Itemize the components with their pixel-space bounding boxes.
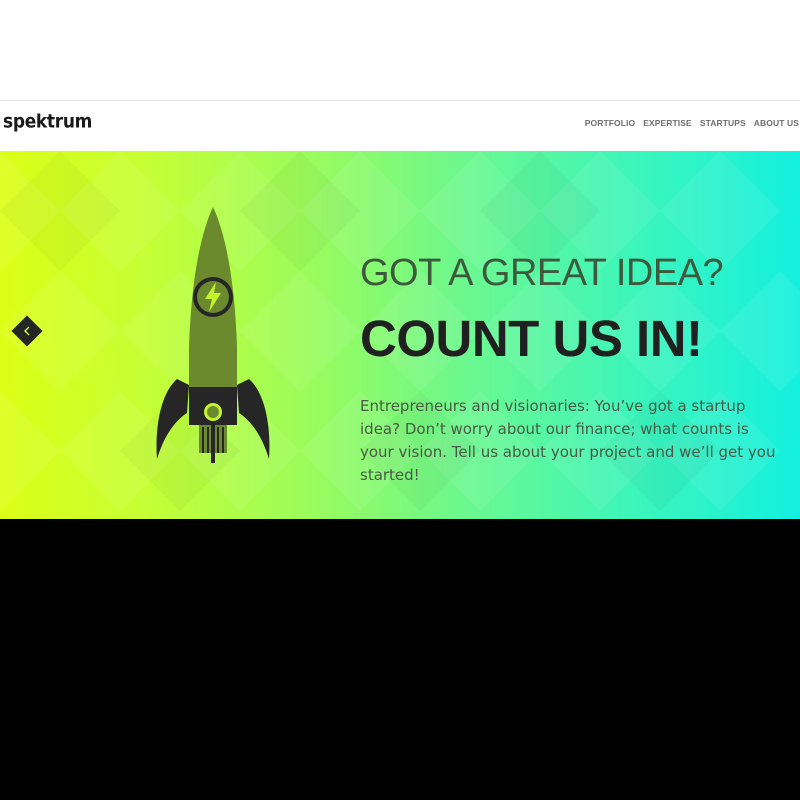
nav-about-us[interactable]: ABOUT US [754, 118, 799, 128]
chevron-left-icon [24, 326, 30, 336]
main-nav: PORTFOLIO EXPERTISE STARTUPS ABOUT US [585, 118, 799, 128]
hero-subtitle: GOT A GREAT IDEA? [360, 252, 724, 294]
nav-startups[interactable]: STARTUPS [700, 118, 746, 128]
nav-portfolio[interactable]: PORTFOLIO [585, 118, 635, 128]
hero-banner: GOT A GREAT IDEA? COUNT US IN! Entrepren… [0, 151, 800, 519]
rocket-icon [156, 207, 270, 463]
nav-expertise[interactable]: EXPERTISE [643, 118, 692, 128]
top-blank-area [0, 0, 800, 100]
logo[interactable]: spektrum [3, 111, 92, 133]
site-header: spektrum PORTFOLIO EXPERTISE STARTUPS AB… [0, 100, 800, 150]
hero-title: COUNT US IN! [360, 310, 703, 367]
hero-description: Entrepreneurs and visionaries: You’ve go… [360, 397, 776, 484]
black-area [0, 519, 800, 800]
